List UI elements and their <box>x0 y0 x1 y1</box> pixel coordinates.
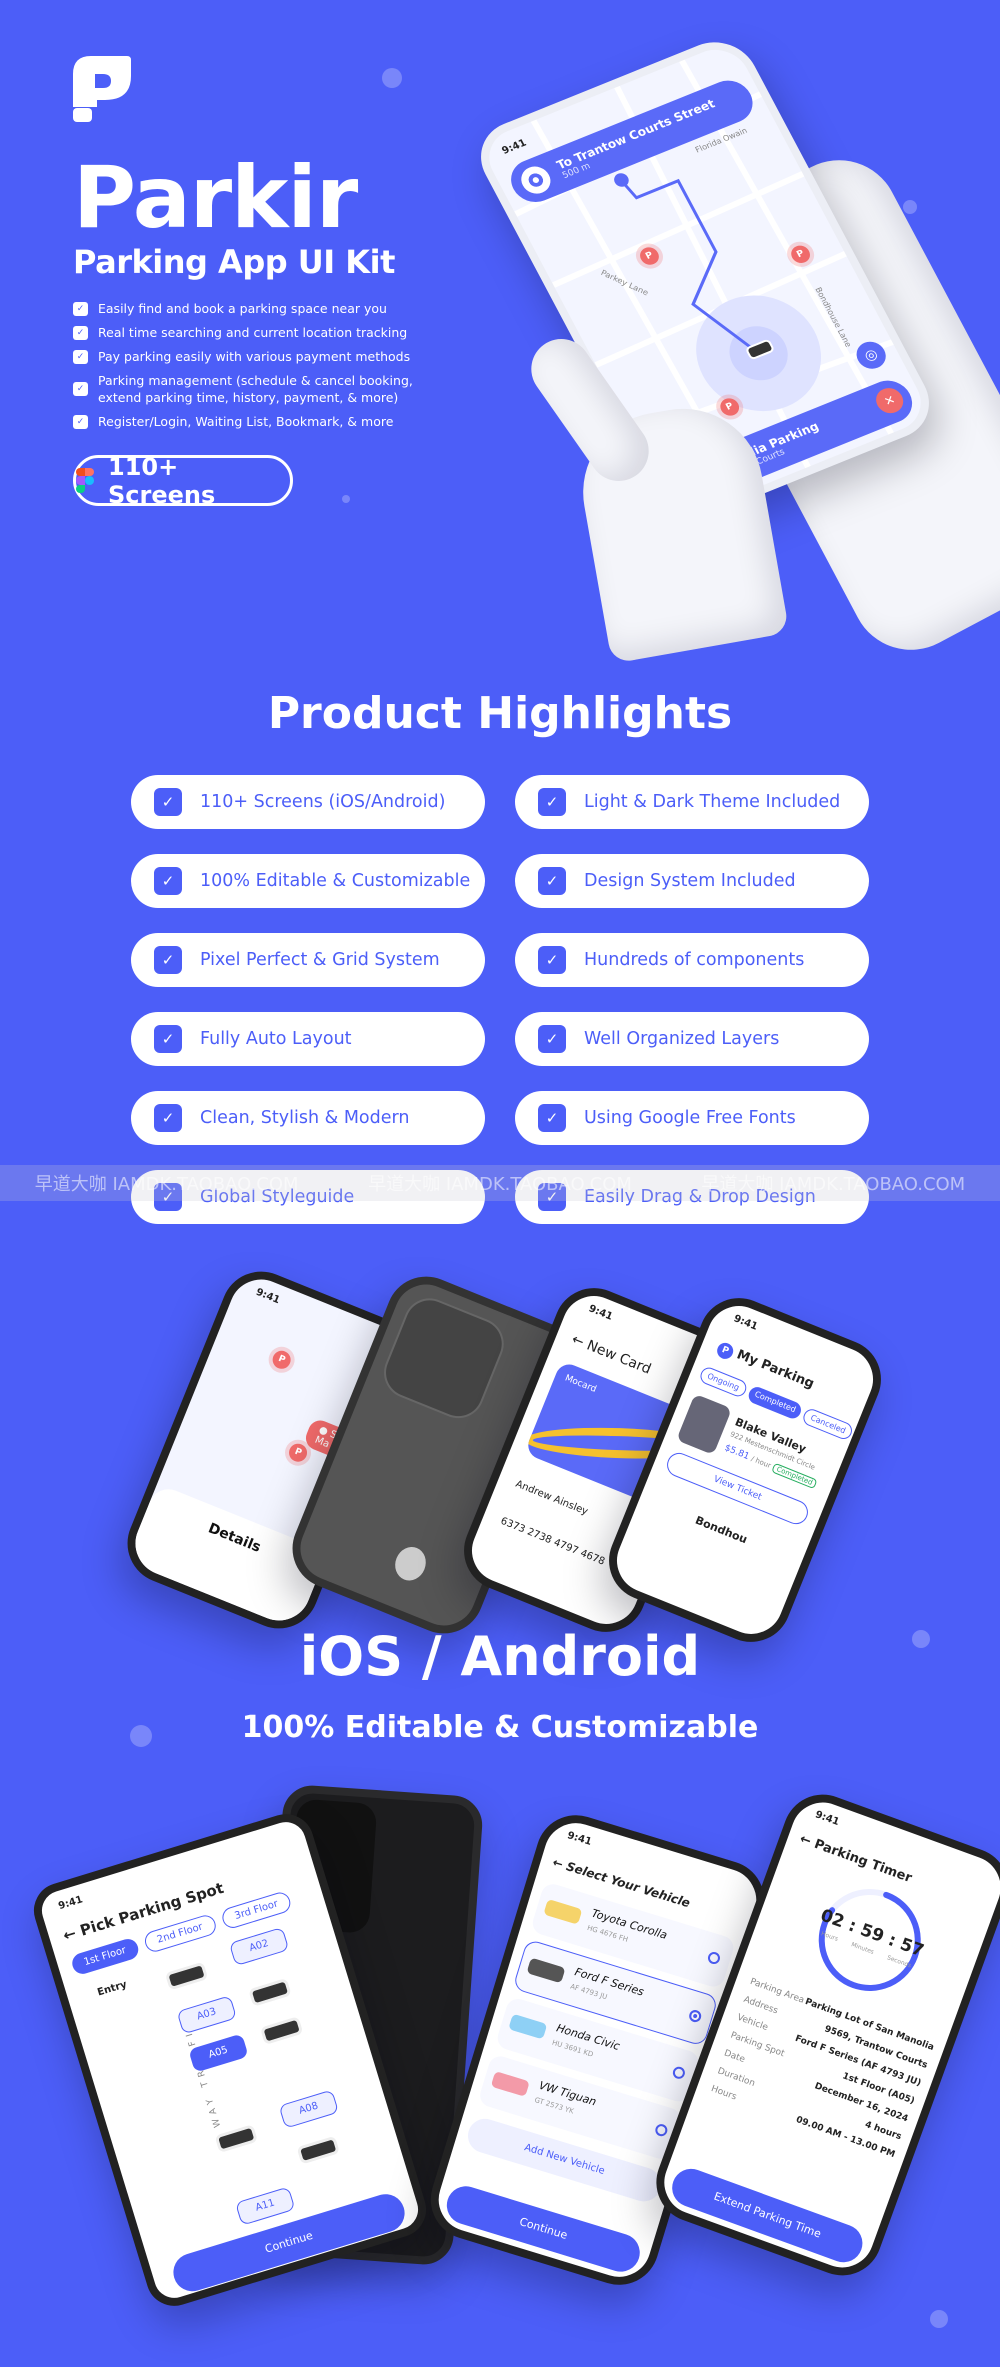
parking-spot[interactable]: A05 <box>188 2033 249 2073</box>
highlight-item: ✓ Design System Included <box>515 854 869 908</box>
feature-list: ✓ Easily find and book a parking space ne… <box>73 300 413 437</box>
feature-item: ✓ Register/Login, Waiting List, Bookmark,… <box>73 413 413 430</box>
parking-spot[interactable]: A03 <box>176 1995 238 2035</box>
navigation-icon <box>516 162 556 198</box>
parking-spot[interactable]: A11 <box>234 2186 296 2226</box>
check-icon: ✓ <box>154 946 182 974</box>
tab-canceled[interactable]: Canceled <box>801 1406 855 1442</box>
check-icon: ✓ <box>154 1025 182 1053</box>
highlights-title: Product Highlights <box>267 688 733 739</box>
app-title: Parkir <box>73 148 358 248</box>
feature-item: ✓ Pay parking easily with various payment… <box>73 348 413 365</box>
check-icon: ✓ <box>538 1104 566 1132</box>
car-icon <box>526 1957 566 1984</box>
decor-dot <box>930 2310 948 2328</box>
car-icon <box>543 1898 583 1925</box>
decor-dot <box>342 495 350 503</box>
car-icon <box>259 2016 304 2046</box>
tab-completed[interactable]: Completed <box>745 1384 804 1422</box>
tab-1st-floor[interactable]: 1st Floor <box>69 1936 141 1977</box>
parking-spot[interactable]: A08 <box>278 2089 340 2129</box>
highlight-item: ✓ Using Google Free Fonts <box>515 1091 869 1145</box>
platforms-title: iOS / Android <box>299 1625 701 1688</box>
check-icon: ✓ <box>154 867 182 895</box>
app-tagline: Parking App UI Kit <box>73 243 395 281</box>
watermark-band: 早道大咖 IAMDK.TAOBAO.COM 早道大咖 IAMDK.TAOBAO.C… <box>0 1165 1000 1201</box>
check-icon: ✓ <box>538 867 566 895</box>
parkir-logo <box>73 56 131 122</box>
parking-spot[interactable]: A02 <box>228 1926 290 1967</box>
highlight-item: ✓ Well Organized Layers <box>515 1012 869 1066</box>
check-icon: ✓ <box>73 349 88 364</box>
tab-2nd-floor[interactable]: 2nd Floor <box>141 1912 219 1955</box>
check-icon: ✓ <box>538 946 566 974</box>
check-icon: ✓ <box>73 382 88 396</box>
car-icon <box>508 2013 548 2040</box>
figma-icon <box>76 467 94 494</box>
back-arrow-icon[interactable]: ← <box>61 1924 78 1945</box>
screens-count-button[interactable]: 110+ Screens <box>73 453 293 509</box>
car-icon <box>164 1961 209 1991</box>
radio-button[interactable] <box>671 2065 687 2081</box>
radio-button[interactable] <box>706 1950 722 1966</box>
parking-pin[interactable]: P <box>269 1348 294 1372</box>
feature-item: ✓ Easily find and book a parking space ne… <box>73 300 413 317</box>
decor-dot <box>382 68 402 88</box>
feature-item: ✓ Real time searching and current locatio… <box>73 324 413 341</box>
highlight-item: ✓ Fully Auto Layout <box>131 1012 485 1066</box>
highlight-item: ✓ 110+ Screens (iOS/Android) <box>131 775 485 829</box>
extend-time-button[interactable]: Extend Parking Time <box>666 2163 868 2268</box>
check-icon: ✓ <box>73 325 88 340</box>
highlight-item: ✓ Hundreds of components <box>515 933 869 987</box>
check-icon: ✓ <box>73 301 88 316</box>
parking-thumbnail <box>676 1393 733 1456</box>
radio-button[interactable] <box>687 2008 703 2024</box>
feature-item: ✓ Parking management (schedule & cancel b… <box>73 372 413 406</box>
continue-button[interactable]: Continue <box>442 2181 645 2277</box>
tab-ongoing[interactable]: Ongoing <box>697 1365 749 1399</box>
car-icon <box>296 2135 340 2165</box>
check-icon: ✓ <box>73 414 88 429</box>
platforms-subtitle: 100% Editable & Customizable <box>241 1710 759 1745</box>
highlight-item: ✓ Light & Dark Theme Included <box>515 775 869 829</box>
car-icon <box>248 1977 292 2007</box>
highlight-item: ✓ Pixel Perfect & Grid System <box>131 933 485 987</box>
check-icon: ✓ <box>154 788 182 816</box>
check-icon: ✓ <box>538 1025 566 1053</box>
check-icon: ✓ <box>154 1104 182 1132</box>
highlight-item: ✓ Clean, Stylish & Modern <box>131 1091 485 1145</box>
radio-button[interactable] <box>653 2122 669 2138</box>
check-icon: ✓ <box>538 788 566 816</box>
tab-3rd-floor[interactable]: 3rd Floor <box>219 1889 294 1931</box>
camera-module <box>378 1293 509 1424</box>
parking-pin[interactable]: P <box>286 1440 310 1465</box>
decor-dot <box>903 200 917 214</box>
car-icon <box>490 2071 530 2097</box>
apple-logo <box>390 1542 431 1586</box>
highlight-item: ✓ 100% Editable & Customizable <box>131 854 485 908</box>
